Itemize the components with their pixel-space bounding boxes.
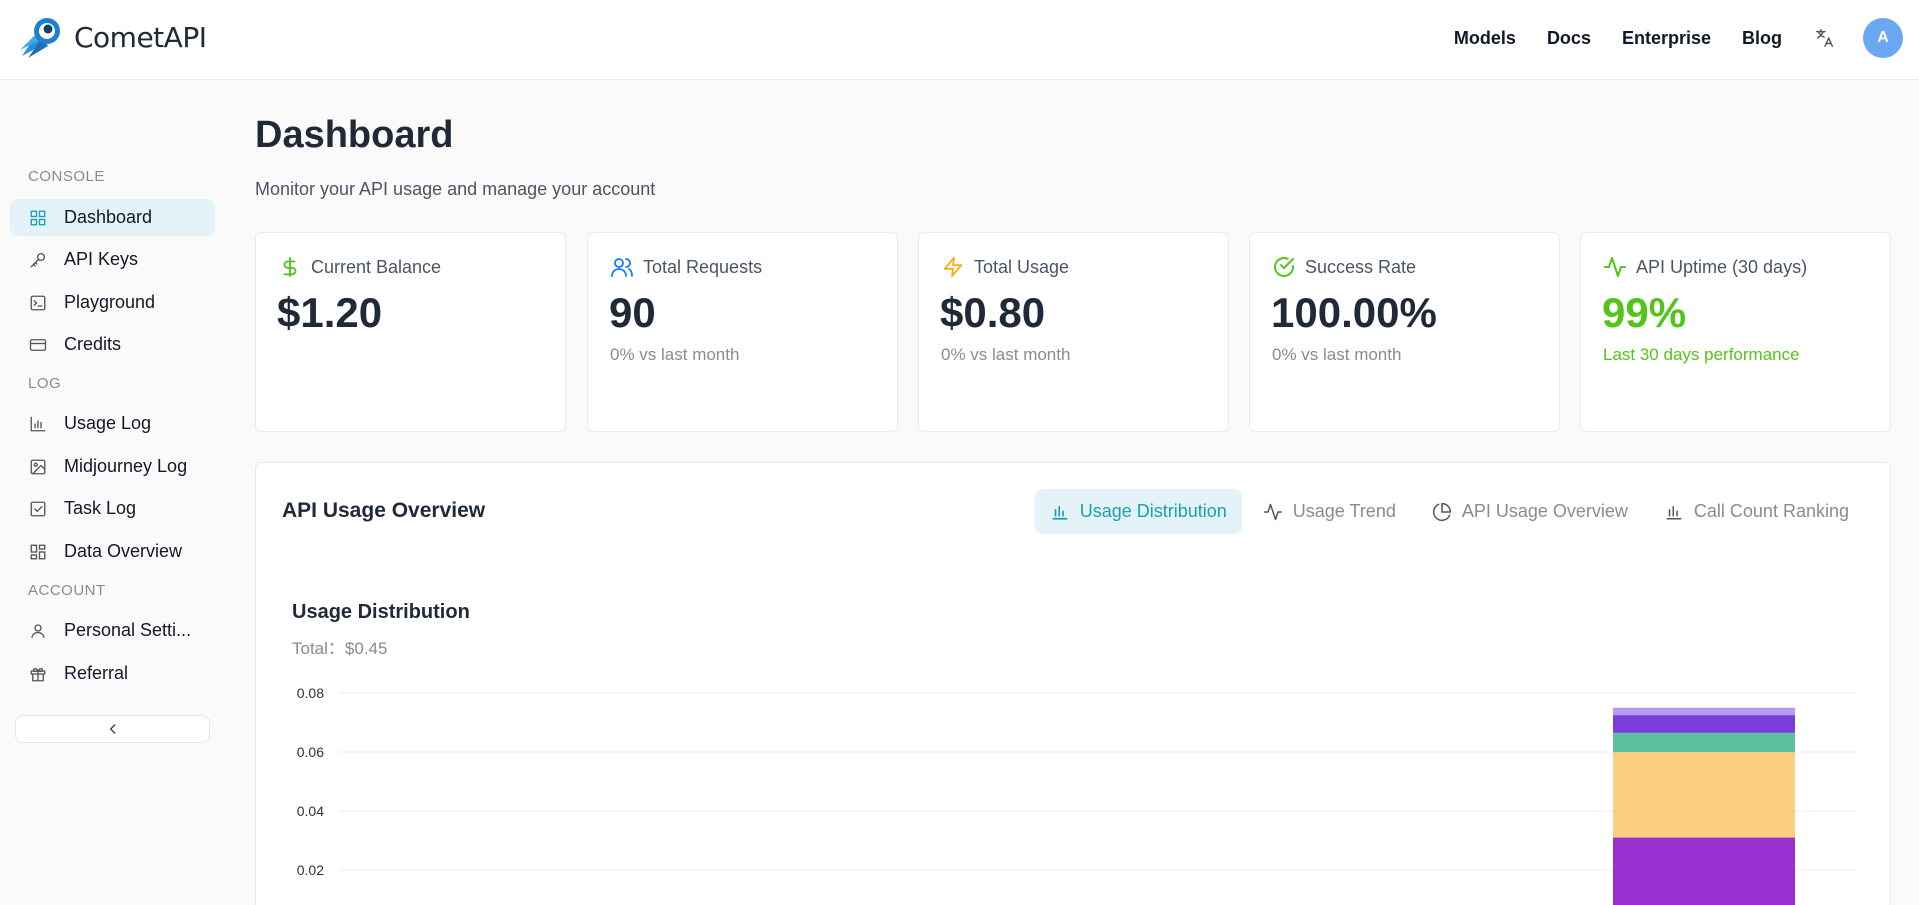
image-icon	[28, 457, 48, 477]
nav-models-link[interactable]: Models	[1454, 28, 1516, 49]
card-note: 0% vs last month	[941, 345, 1071, 364]
layout-icon	[28, 542, 48, 562]
sidebar-item-label: Data Overview	[64, 541, 183, 561]
gift-icon	[28, 664, 48, 684]
y-tick-label: 0.02	[297, 862, 324, 878]
card-value: $1.20	[277, 289, 383, 336]
card-note: 0% vs last month	[1272, 345, 1402, 364]
bar-segment-2[interactable]	[1613, 752, 1795, 838]
collapse-sidebar-button[interactable]	[15, 715, 210, 743]
nav-docs-link[interactable]: Docs	[1547, 28, 1591, 49]
sidebar-item-label: Dashboard	[64, 207, 153, 227]
chevron-left-icon	[109, 724, 115, 734]
user-icon	[28, 621, 48, 641]
sidebar: CONSOLE Dashboard API Keys Playground Cr…	[0, 80, 226, 905]
bar-segment-4[interactable]	[1613, 715, 1795, 733]
sidebar-item-playground[interactable]: Playground	[10, 284, 215, 321]
terminal-icon	[28, 293, 48, 313]
grid-icon	[28, 208, 48, 228]
card-value: $0.80	[940, 289, 1046, 336]
stat-card-current-balance: Current Balance $1.20	[255, 232, 566, 432]
usage-distribution-chart: 0.08 0.06 0.04 0.02	[297, 685, 1856, 905]
card-label: Success Rate	[1305, 256, 1417, 277]
stat-card-api-uptime: API Uptime (30 days) 99% Last 30 days pe…	[1580, 232, 1891, 432]
card-label: API Uptime (30 days)	[1636, 256, 1808, 277]
page-title: Dashboard	[255, 114, 454, 156]
stat-card-total-requests: Total Requests 90 0% vs last month	[587, 232, 898, 432]
nav-enterprise-link[interactable]: Enterprise	[1622, 28, 1711, 49]
sidebar-section-log: LOG	[28, 375, 62, 392]
card-note: Last 30 days performance	[1603, 345, 1800, 364]
sidebar-item-credits[interactable]: Credits	[10, 326, 215, 363]
card-label: Total Usage	[974, 256, 1070, 277]
api-usage-overview-panel: API Usage Overview Usage Distribution Us…	[255, 462, 1891, 905]
card-note: 0% vs last month	[610, 345, 740, 364]
card-label: Total Requests	[643, 256, 763, 277]
sidebar-item-label: Referral	[64, 663, 129, 683]
main-nav: Models Docs Enterprise Blog A	[1454, 18, 1903, 58]
sidebar-item-usage-log[interactable]: Usage Log	[10, 405, 215, 442]
logo[interactable]: CometAPI	[18, 14, 207, 60]
sidebar-item-api-keys[interactable]: API Keys	[10, 241, 215, 278]
stat-card-total-usage: Total Usage $0.80 0% vs last month	[918, 232, 1229, 432]
comet-logo-icon	[20, 18, 60, 58]
sidebar-item-label: API Keys	[64, 249, 139, 269]
sidebar-item-label: Task Log	[64, 498, 137, 518]
checkbox-icon	[28, 499, 48, 519]
credit-card-icon	[28, 335, 48, 355]
sidebar-item-label: Playground	[64, 292, 156, 312]
bar-segment-5[interactable]	[1613, 707, 1795, 716]
card-value: 100.00%	[1271, 289, 1437, 336]
y-tick-label: 0.08	[297, 685, 324, 701]
lightning-icon	[941, 255, 965, 279]
bar-segment-1[interactable]	[1613, 837, 1795, 905]
sidebar-item-label: Midjourney Log	[64, 456, 188, 476]
card-label: Current Balance	[311, 256, 442, 277]
y-tick-label: 0.04	[297, 803, 324, 819]
card-value: 90	[609, 289, 656, 336]
key-icon	[28, 250, 48, 270]
sidebar-item-label: Usage Log	[64, 413, 152, 433]
sidebar-section-account: ACCOUNT	[28, 582, 106, 599]
activity-icon	[1603, 255, 1627, 279]
sidebar-section-console: CONSOLE	[28, 168, 105, 185]
users-icon	[610, 255, 634, 279]
dollar-icon	[278, 255, 302, 279]
app-name: CometAPI	[74, 20, 207, 54]
sidebar-item-personal-settings[interactable]: Personal Setti...	[10, 612, 215, 649]
y-tick-label: 0.06	[297, 744, 324, 760]
page-subtitle: Monitor your API usage and manage your a…	[255, 179, 656, 199]
nav-blog-link[interactable]: Blog	[1742, 28, 1782, 49]
sidebar-item-data-overview[interactable]: Data Overview	[10, 533, 215, 570]
card-value: 99%	[1602, 289, 1687, 336]
stat-card-success-rate: Success Rate 100.00% 0% vs last month	[1249, 232, 1560, 432]
sidebar-item-label: Credits	[64, 334, 122, 354]
sidebar-item-referral[interactable]: Referral	[10, 655, 215, 692]
user-avatar[interactable]: A	[1863, 18, 1903, 58]
sidebar-item-label: Personal Setti...	[64, 620, 192, 640]
bar-chart-icon	[28, 414, 48, 434]
translate-icon[interactable]	[1813, 26, 1837, 50]
sidebar-item-dashboard[interactable]: Dashboard	[10, 199, 215, 236]
bar-segment-3[interactable]	[1613, 732, 1795, 752]
check-circle-icon	[1272, 255, 1296, 279]
sidebar-item-task-log[interactable]: Task Log	[10, 490, 215, 527]
top-navigation-bar: CometAPI Models Docs Enterprise Blog A	[0, 0, 1919, 80]
sidebar-item-midjourney-log[interactable]: Midjourney Log	[10, 448, 215, 485]
